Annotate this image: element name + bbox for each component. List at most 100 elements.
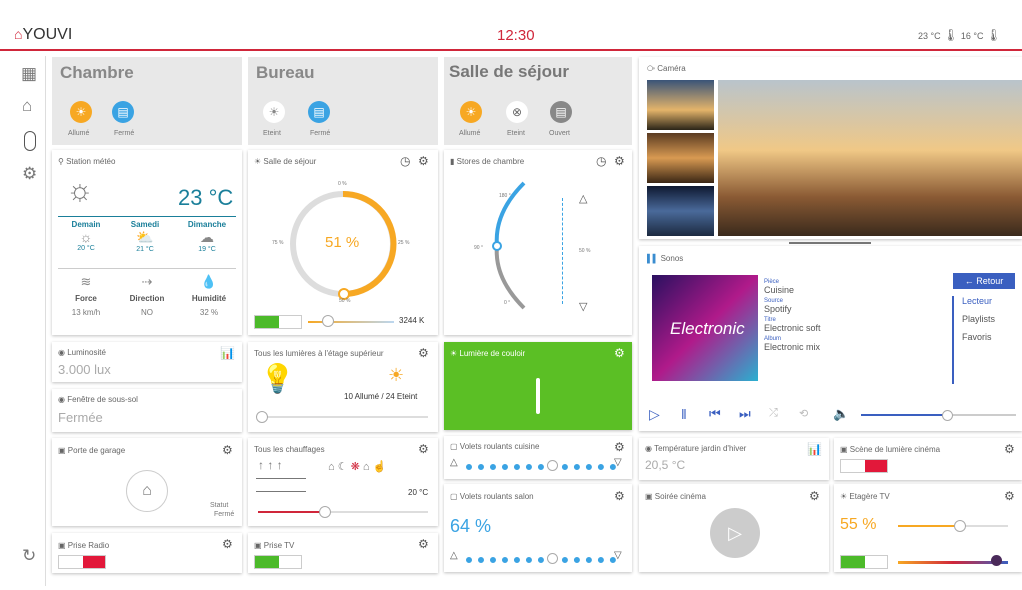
gear-icon[interactable]: ⚙: [1004, 489, 1015, 503]
stores-card[interactable]: ▮ Stores de chambre ◷ ⚙ 180 ° 90 ° 0 ° △…: [444, 150, 632, 335]
scene-play-button[interactable]: ▷: [710, 508, 760, 558]
power-toggle[interactable]: [254, 555, 302, 569]
room-card-bureau[interactable]: Bureau ☀ ▤ Eteint Fermé: [248, 57, 438, 145]
refresh-icon[interactable]: ↻: [22, 546, 36, 566]
camera-main-view[interactable]: [718, 80, 1022, 236]
scene-lumiere-card[interactable]: ▣ Scène de lumière cinéma ⚙: [834, 438, 1022, 480]
color-temp-slider[interactable]: [308, 321, 394, 323]
room-card-chambre[interactable]: Chambre ☀ ▤ Allumé Fermé: [52, 57, 242, 145]
gear-icon[interactable]: ⚙: [418, 537, 429, 551]
menu-item-lecteur[interactable]: Lecteur: [962, 296, 995, 306]
house-icon[interactable]: ⌂: [22, 96, 32, 116]
prise-radio-card[interactable]: ▣ Prise Radio ⚙: [52, 533, 242, 573]
gear-icon[interactable]: ⚙: [418, 154, 429, 168]
angle-knob[interactable]: [492, 241, 502, 251]
chart-icon[interactable]: 📊: [807, 442, 822, 456]
next-icon[interactable]: ⏭: [739, 406, 751, 422]
camera-thumb-3[interactable]: [647, 186, 714, 236]
slider-knob[interactable]: [954, 520, 966, 532]
temp-jardin-card[interactable]: ◉ Température jardin d'hiver 📊 20,5 °C: [639, 438, 829, 480]
gear-icon[interactable]: ⚙: [809, 489, 820, 503]
chauffages-card[interactable]: Tous les chauffages ⚙ ↑ ↑ ↑ ⌂ ☾ ❋ ⌂ ☝ 20…: [248, 438, 438, 526]
chevron-up-icon[interactable]: △: [450, 550, 458, 561]
gear-icon[interactable]: ⚙: [614, 154, 625, 168]
dim-slider[interactable]: [898, 525, 1008, 527]
clock-icon[interactable]: ◷: [400, 154, 410, 168]
chevron-down-icon[interactable]: ▽: [614, 550, 622, 561]
menu-item-favoris[interactable]: Favoris: [962, 332, 995, 342]
gear-icon[interactable]: ⚙: [418, 442, 429, 456]
camera-thumb-2[interactable]: [647, 133, 714, 183]
power-toggle[interactable]: [840, 555, 888, 569]
menu-item-playlists[interactable]: Playlists: [962, 314, 995, 324]
room-card-salle-de-sejour[interactable]: Salle de séjour ☀ ⊗ ▤ Allumé Eteint Ouve…: [444, 57, 632, 145]
weather-card[interactable]: ⚲ Station météo ☼ 23 °C Demain ☼ 20 °C Sam…: [52, 150, 242, 335]
gear-icon[interactable]: ⚙: [222, 443, 233, 457]
chevron-up-icon[interactable]: △: [579, 192, 587, 205]
couloir-card[interactable]: ☀ Lumière de couloir ⚙: [444, 342, 632, 430]
appliance-icon[interactable]: ⊗: [506, 101, 528, 123]
dimmer-slider[interactable]: [260, 416, 428, 418]
previous-icon[interactable]: ⏮: [709, 406, 721, 422]
chevron-down-icon[interactable]: ▽: [614, 457, 622, 468]
power-toggle[interactable]: [254, 315, 302, 329]
chart-icon[interactable]: 📊: [220, 346, 235, 360]
sonos-card[interactable]: ▌▌ Sonos Electronic Pièce Cuisine Source…: [639, 246, 1022, 431]
position-scale[interactable]: [466, 557, 616, 563]
shutter-icon[interactable]: ▤: [308, 101, 330, 123]
remote-icon[interactable]: [24, 131, 36, 151]
chevron-up-icon[interactable]: △: [450, 457, 458, 468]
soiree-card[interactable]: ▣ Soirée cinéma ⚙ ▷: [639, 484, 829, 572]
drag-handle[interactable]: [789, 242, 871, 244]
bulb-icon[interactable]: ☀: [263, 101, 285, 123]
heating-modes-icons[interactable]: ⌂ ☾ ❋ ⌂ ☝: [328, 460, 386, 473]
sejour-light-card[interactable]: ☀ Salle de séjour ◷ ⚙ 51 % 0 % 75 % 25 %…: [248, 150, 438, 335]
camera-card[interactable]: ⧂ Caméra: [639, 57, 1022, 244]
etage-lights-card[interactable]: Tous les lumières à l'étage supérieur ⚙ …: [248, 342, 438, 432]
position-scale[interactable]: [562, 198, 568, 304]
shutter-icon[interactable]: ▤: [550, 101, 572, 123]
gear-icon[interactable]: ⚙: [614, 346, 625, 360]
play-icon[interactable]: ▷: [649, 406, 660, 423]
garage-card[interactable]: ▣ Porte de garage ⚙ ⌂ Statut Fermé: [52, 438, 242, 526]
clock-icon[interactable]: ◷: [596, 154, 606, 168]
power-toggle[interactable]: [840, 459, 888, 473]
color-knob[interactable]: [991, 555, 1002, 566]
volume-knob[interactable]: [942, 410, 954, 421]
shutter-icon[interactable]: ▤: [112, 101, 134, 123]
back-button[interactable]: ← Retour: [953, 273, 1015, 289]
field-value: Cuisine: [764, 285, 795, 295]
slider-knob[interactable]: [319, 506, 331, 518]
slider-knob[interactable]: [322, 315, 334, 327]
volets-salon-card[interactable]: ▢ Volets roulants salon ⚙ 64 % △ ▽: [444, 484, 632, 572]
garage-button[interactable]: ⌂: [126, 470, 168, 512]
volets-cuisine-card[interactable]: ▢ Volets roulants cuisine ⚙ △ ▽: [444, 436, 632, 479]
gear-icon[interactable]: ⚙: [614, 440, 625, 454]
shuffle-icon[interactable]: ⤮: [769, 407, 778, 420]
slider-knob[interactable]: [256, 411, 268, 423]
prise-tv-card[interactable]: ▣ Prise TV ⚙: [248, 533, 438, 573]
luminosite-card[interactable]: ◉ Luminosité 📊 3.000 lux: [52, 342, 242, 382]
gear-icon[interactable]: ⚙: [222, 537, 233, 551]
chevron-down-icon[interactable]: ▽: [579, 300, 587, 313]
temp-slider[interactable]: [258, 511, 428, 513]
gear-icon[interactable]: ⚙: [614, 489, 625, 503]
gear-icon[interactable]: ⚙: [418, 346, 429, 360]
level-bar[interactable]: [536, 378, 540, 414]
gear-icon[interactable]: ⚙: [1004, 442, 1015, 456]
bulb-icon[interactable]: ☀: [460, 101, 482, 123]
power-toggle[interactable]: [58, 555, 106, 569]
gear-icon[interactable]: ⚙: [22, 164, 37, 184]
pause-icon[interactable]: ‖: [681, 406, 687, 422]
fenetre-card[interactable]: ◉ Fenêtre de sous-sol Fermée: [52, 389, 242, 432]
camera-thumb-1[interactable]: [647, 80, 714, 130]
bulb-icon[interactable]: ☀: [70, 101, 92, 123]
position-knob[interactable]: [547, 460, 558, 471]
position-scale[interactable]: [466, 464, 616, 470]
grid-icon[interactable]: ▦: [21, 64, 37, 84]
volume-icon[interactable]: 🔈: [833, 406, 849, 422]
repeat-icon[interactable]: ⟲: [799, 407, 808, 420]
volume-slider[interactable]: [861, 410, 1016, 421]
etagere-tv-card[interactable]: ☀ Etagère TV ⚙ 55 %: [834, 484, 1022, 572]
position-knob[interactable]: [547, 553, 558, 564]
